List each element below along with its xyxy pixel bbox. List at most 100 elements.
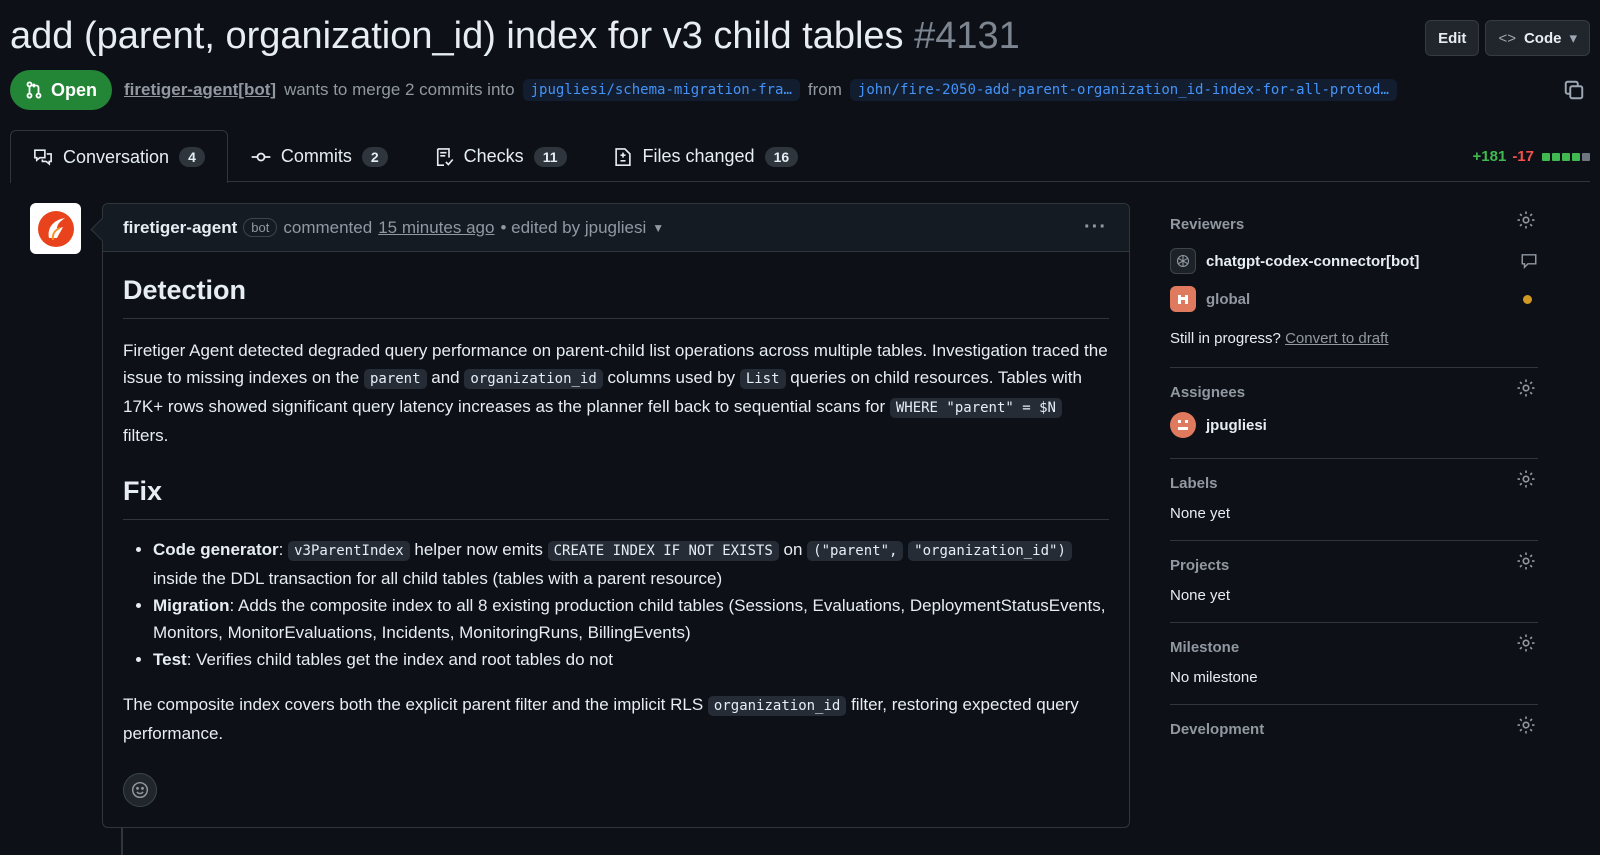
- tab-label: Commits: [280, 146, 352, 166]
- diffstat-block: [1582, 152, 1590, 161]
- edited-by[interactable]: • edited by jpugliesi: [500, 218, 646, 238]
- from-text: from: [807, 80, 842, 99]
- reviewers-section: Reviewers chatgpt-codex-connector[bot] g…: [1170, 200, 1538, 368]
- pr-title-text: add (parent, organization_id) index for …: [10, 15, 904, 57]
- pending-review-icon: [1523, 294, 1532, 304]
- diffstat-block: [1552, 152, 1560, 161]
- milestone-value: No milestone: [1170, 669, 1258, 686]
- projects-section: Projects None yet: [1170, 541, 1538, 623]
- reviewer-item[interactable]: chatgpt-codex-connector[bot]: [1170, 242, 1538, 280]
- detection-paragraph: Firetiger Agent detected degraded query …: [123, 337, 1109, 449]
- checklist-icon: [436, 147, 454, 166]
- smiley-icon: [131, 781, 149, 799]
- kebab-menu-icon[interactable]: ···: [1084, 216, 1107, 239]
- text-run: columns used by: [602, 368, 740, 387]
- openai-avatar-icon: [1170, 248, 1196, 274]
- pr-description-comment: firetiger-agent bot commented 15 minutes…: [102, 203, 1130, 828]
- pr-meta: Open firetiger-agent[bot] wants to merge…: [10, 70, 1590, 110]
- reviewer-name: global: [1206, 290, 1251, 308]
- milestone-heading[interactable]: Milestone: [1170, 633, 1538, 661]
- projects-heading[interactable]: Projects: [1170, 551, 1538, 579]
- text-run: : Verifies child tables get the index an…: [186, 650, 613, 669]
- tab-conversation[interactable]: Conversation 4: [10, 130, 228, 183]
- inline-code: WHERE "parent" = $N: [889, 398, 1062, 418]
- development-heading[interactable]: Development: [1170, 715, 1538, 743]
- fix-list: Code generator: v3ParentIndex helper now…: [123, 536, 1109, 673]
- gear-icon[interactable]: [1516, 551, 1536, 571]
- tab-counter: 2: [361, 146, 388, 167]
- pr-sidebar: Reviewers chatgpt-codex-connector[bot] g…: [1170, 200, 1538, 761]
- assignee-avatar: [1170, 412, 1196, 438]
- assignee-item[interactable]: jpugliesi: [1170, 406, 1538, 444]
- code-icon: <>: [1498, 29, 1516, 47]
- pr-header: add (parent, organization_id) index for …: [10, 8, 1590, 64]
- comment-action: commented: [283, 217, 373, 237]
- timeline-connector: [121, 828, 123, 855]
- comment-timestamp[interactable]: 15 minutes ago: [378, 218, 494, 238]
- text-run: filters.: [123, 426, 169, 445]
- labels-section: Labels None yet: [1170, 459, 1538, 541]
- item-label: Test: [153, 650, 187, 669]
- gear-icon[interactable]: [1516, 469, 1536, 489]
- assignees-heading[interactable]: Assignees: [1170, 378, 1538, 406]
- tab-label: Checks: [463, 146, 524, 166]
- inline-code: v3ParentIndex: [288, 541, 410, 561]
- list-item: Test: Verifies child tables get the inde…: [153, 646, 1109, 673]
- edit-button-label: Edit: [1438, 29, 1467, 47]
- pr-author-link[interactable]: firetiger-agent[bot]: [124, 80, 276, 100]
- author-avatar[interactable]: [30, 203, 81, 254]
- list-item: Migration: Adds the composite index to a…: [153, 592, 1109, 646]
- pull-request-icon: [26, 81, 42, 99]
- reviewer-item[interactable]: global: [1170, 280, 1538, 318]
- text-run: helper now emits: [409, 540, 548, 559]
- diffstat-block: [1542, 152, 1550, 161]
- assignee-name: jpugliesi: [1206, 416, 1267, 434]
- deletions-count: -17: [1512, 148, 1534, 165]
- inline-code: ("parent",: [807, 541, 904, 561]
- code-button[interactable]: <> Code ▾: [1485, 20, 1590, 56]
- convert-to-draft-link[interactable]: Convert to draft: [1285, 330, 1388, 347]
- base-branch[interactable]: jpugliesi/schema-migration-fra…: [522, 79, 800, 101]
- comment-discussion-icon: [34, 149, 52, 166]
- gear-icon[interactable]: [1516, 633, 1536, 653]
- gear-icon[interactable]: [1516, 210, 1536, 230]
- labels-heading[interactable]: Labels: [1170, 469, 1538, 497]
- text-run: : Adds the composite index to all 8 exis…: [153, 596, 1106, 642]
- tab-checks[interactable]: Checks 11: [411, 130, 590, 182]
- code-button-label: Code: [1523, 29, 1562, 47]
- comment-body: Detection Firetiger Agent detected degra…: [103, 272, 1129, 747]
- assignees-section: Assignees jpugliesi: [1170, 368, 1538, 459]
- reviewers-heading[interactable]: Reviewers: [1170, 210, 1538, 238]
- item-label: Migration: [153, 596, 230, 615]
- tab-files-changed[interactable]: Files changed 16: [590, 130, 822, 182]
- gear-icon[interactable]: [1516, 378, 1536, 398]
- milestone-section: Milestone No milestone: [1170, 623, 1538, 705]
- firetiger-logo-icon: [37, 210, 74, 247]
- draft-note: Still in progress? Convert to draft: [1170, 330, 1538, 347]
- pr-number: #4131: [914, 15, 1020, 57]
- comment-author[interactable]: firetiger-agent: [123, 218, 237, 238]
- additions-count: +181: [1472, 148, 1507, 165]
- file-diff-icon: [614, 147, 631, 166]
- inline-code: organization_id: [464, 369, 603, 389]
- development-section: Development: [1170, 705, 1538, 761]
- edit-button[interactable]: Edit: [1425, 20, 1480, 56]
- tab-counter: 11: [533, 146, 567, 167]
- comment-icon: [1521, 254, 1537, 269]
- gear-icon[interactable]: [1516, 715, 1536, 735]
- inline-code: CREATE INDEX IF NOT EXISTS: [547, 541, 779, 561]
- diffstat-block: [1572, 152, 1580, 161]
- copy-icon[interactable]: [1562, 78, 1586, 102]
- diffstat-blocks: [1542, 152, 1590, 161]
- tab-label: Conversation: [63, 146, 170, 167]
- edit-history-chevron-icon[interactable]: ▼: [652, 221, 664, 235]
- inline-code: List: [739, 369, 786, 389]
- tab-counter: 4: [179, 147, 205, 167]
- tab-commits[interactable]: Commits 2: [228, 130, 411, 182]
- closing-paragraph: The composite index covers both the expl…: [123, 691, 1109, 747]
- reviewer-name: chatgpt-codex-connector[bot]: [1206, 252, 1420, 270]
- head-branch[interactable]: john/fire-2050-add-parent-organization_i…: [849, 79, 1397, 101]
- team-avatar-icon: [1170, 286, 1196, 312]
- diffstat: +181 -17: [1473, 148, 1590, 165]
- add-reaction-button[interactable]: [123, 773, 157, 807]
